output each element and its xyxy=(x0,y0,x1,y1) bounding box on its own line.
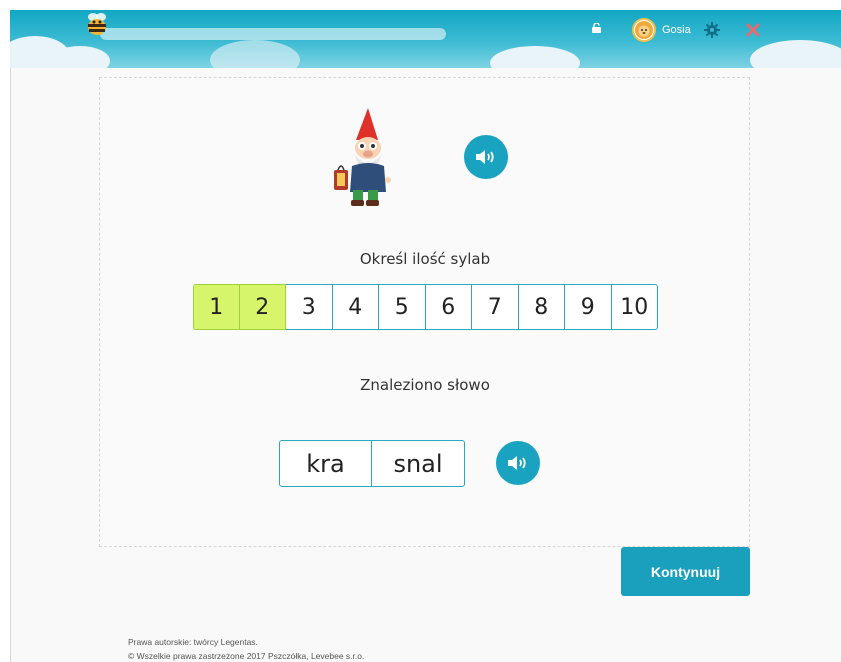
play-syllables-sound-button[interactable] xyxy=(496,441,540,485)
copyright-line: Prawa autorskie: twórcy Legentas. xyxy=(128,637,258,647)
syllable-option-2[interactable]: 2 xyxy=(239,284,286,330)
bee-icon xyxy=(88,13,106,35)
syllable-prompt: Określ ilość sylab xyxy=(359,250,491,268)
syllable-option-7[interactable]: 7 xyxy=(472,284,519,330)
gnome-with-lantern xyxy=(334,108,391,206)
gear-icon[interactable] xyxy=(704,22,720,38)
lion-avatar[interactable] xyxy=(632,18,656,42)
word-syllable: kra xyxy=(279,440,372,487)
top-bar xyxy=(10,10,841,68)
syllable-selector: 1 2 3 4 5 6 7 8 9 10 xyxy=(193,284,658,330)
syllable-option-6[interactable]: 6 xyxy=(425,284,472,330)
found-word: kra snal xyxy=(279,440,465,487)
syllable-option-4[interactable]: 4 xyxy=(332,284,379,330)
username[interactable]: Gosia xyxy=(662,24,691,36)
close-icon[interactable] xyxy=(745,22,761,38)
syllable-option-9[interactable]: 9 xyxy=(565,284,612,330)
word-syllable: snal xyxy=(372,440,465,487)
cloud-decoration xyxy=(750,40,841,68)
progress-bar xyxy=(100,28,446,40)
found-word-label: Znaleziono słowo xyxy=(360,376,490,394)
play-word-sound-button[interactable] xyxy=(464,135,508,179)
speaker-icon xyxy=(476,150,494,164)
continue-button[interactable]: Kontynuuj xyxy=(621,547,750,596)
syllable-option-5[interactable]: 5 xyxy=(379,284,426,330)
speaker-icon xyxy=(508,456,526,470)
cloud-decoration xyxy=(50,46,110,68)
cloud-decoration xyxy=(490,46,580,68)
syllable-option-3[interactable]: 3 xyxy=(286,284,333,330)
syllable-option-10[interactable]: 10 xyxy=(611,284,658,330)
cloud-decoration xyxy=(210,40,300,68)
syllable-option-8[interactable]: 8 xyxy=(518,284,565,330)
rights-line: © Wszelkie prawa zastrzeżone 2017 Pszczó… xyxy=(128,651,365,661)
unlock-icon[interactable] xyxy=(592,22,601,33)
syllable-option-1[interactable]: 1 xyxy=(193,284,240,330)
